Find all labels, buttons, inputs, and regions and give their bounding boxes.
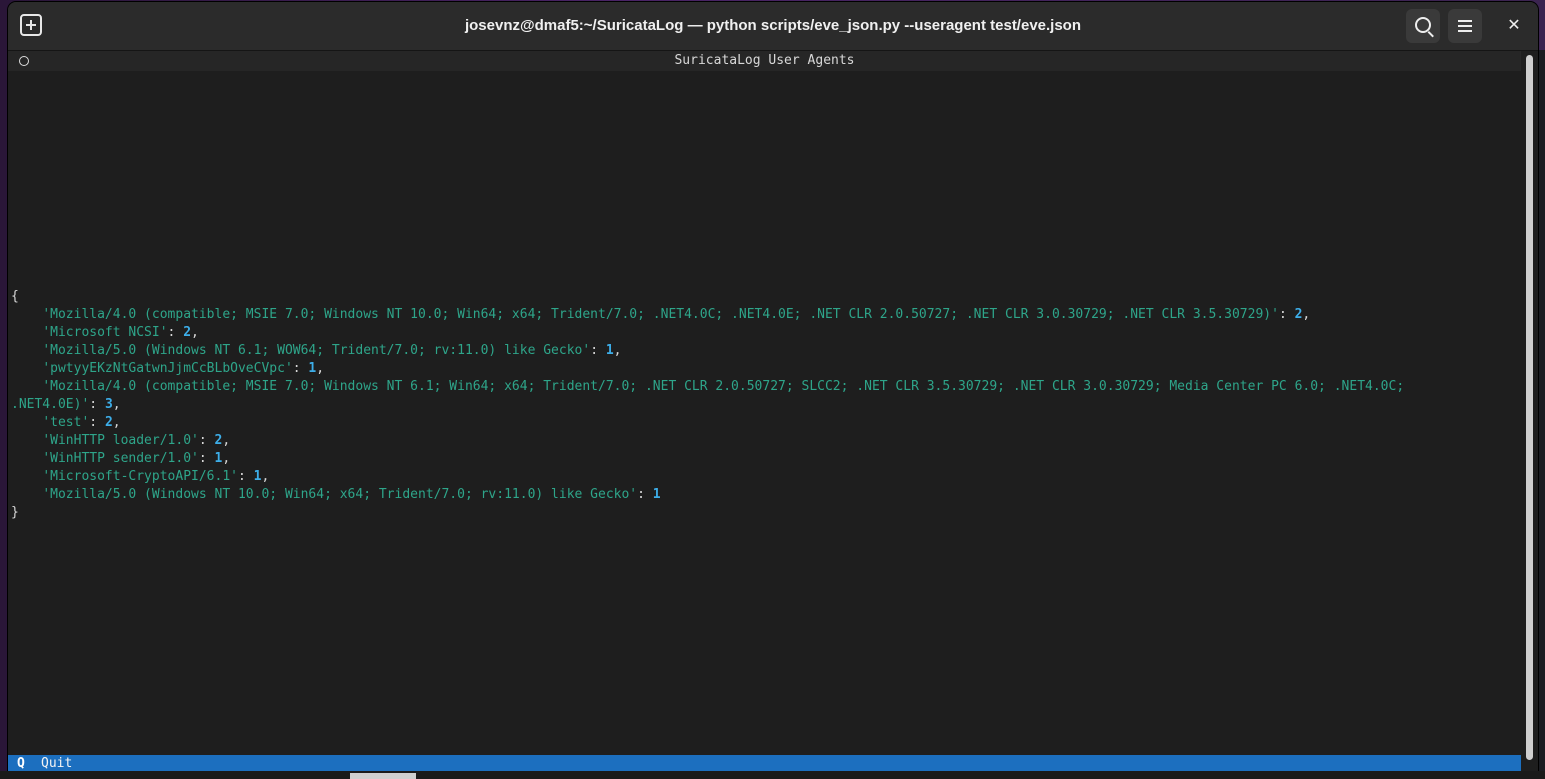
close-button[interactable]: ✕ [1497,9,1531,43]
user-agent-key: 'Microsoft NCSI' [42,325,168,340]
terminal-content[interactable]: SuricataLog User Agents { 'Mozilla/4.0 (… [8,51,1521,779]
user-agent-key: 'Mozilla/5.0 (Windows NT 6.1; WOW64; Tri… [42,343,591,358]
open-brace: { [11,289,19,304]
list-item: 'Mozilla/5.0 (Windows NT 6.1; WOW64; Tri… [42,343,622,358]
user-agent-key-part2: .NET4.0E)' [11,397,90,412]
search-button[interactable] [1406,9,1440,43]
close-brace: } [11,505,19,520]
app-header: SuricataLog User Agents [8,51,1521,71]
user-agent-count: 3 [104,397,113,412]
list-item: 'Mozilla/4.0 (compatible; MSIE 7.0; Wind… [11,378,1404,396]
list-item: 'Microsoft-CryptoAPI/6.1': 1, [42,469,270,484]
taskbar [0,771,1545,779]
app-title: SuricataLog User Agents [674,53,855,68]
list-item: 'pwtyyEKzNtGatwnJjmCcBLbOveCVpc': 1, [42,361,325,376]
user-agent-key-part1: 'Mozilla/4.0 (compatible; MSIE 7.0; Wind… [42,379,1405,394]
title-bar: josevnz@dmaf5:~/SuricataLog — python scr… [8,2,1538,51]
close-icon: ✕ [1507,17,1521,34]
search-icon [1415,17,1431,33]
list-item: 'WinHTTP sender/1.0': 1, [42,451,231,466]
user-agent-key: 'WinHTTP loader/1.0' [42,433,199,448]
list-item: 'Mozilla/4.0 (compatible; MSIE 7.0; Wind… [42,307,1311,322]
list-item: 'Microsoft NCSI': 2, [42,325,199,340]
user-agent-count: 2 [104,415,113,430]
user-agent-key: 'WinHTTP sender/1.0' [42,451,199,466]
list-item: 'WinHTTP loader/1.0': 2, [42,433,231,448]
user-agent-count: 2 [183,325,192,340]
user-agent-key: 'Mozilla/5.0 (Windows NT 10.0; Win64; x6… [42,487,638,502]
window-title: josevnz@dmaf5:~/SuricataLog — python scr… [464,17,1082,34]
hamburger-menu-icon [1458,20,1472,32]
user-agent-key: 'Mozilla/4.0 (compatible; MSIE 7.0; Wind… [42,307,1279,322]
user-agent-key: 'Microsoft-CryptoAPI/6.1' [42,469,238,484]
terminal-window: josevnz@dmaf5:~/SuricataLog — python scr… [8,2,1538,779]
user-agent-key: 'test' [42,415,90,430]
menu-button[interactable] [1448,9,1482,43]
list-item: 'test': 2, [42,415,121,430]
user-agent-count: 1 [652,487,661,502]
user-agent-count: 1 [605,343,614,358]
scrollbar-thumb[interactable] [1526,55,1533,760]
list-item: 'Mozilla/5.0 (Windows NT 10.0; Win64; x6… [42,487,661,502]
user-agent-key: 'pwtyyEKzNtGatwnJjmCcBLbOveCVpc' [42,361,293,376]
taskbar-item[interactable] [350,773,416,779]
list-item-continuation: .NET4.0E)': 3, [11,397,121,412]
vertical-scrollbar[interactable] [1524,53,1536,765]
